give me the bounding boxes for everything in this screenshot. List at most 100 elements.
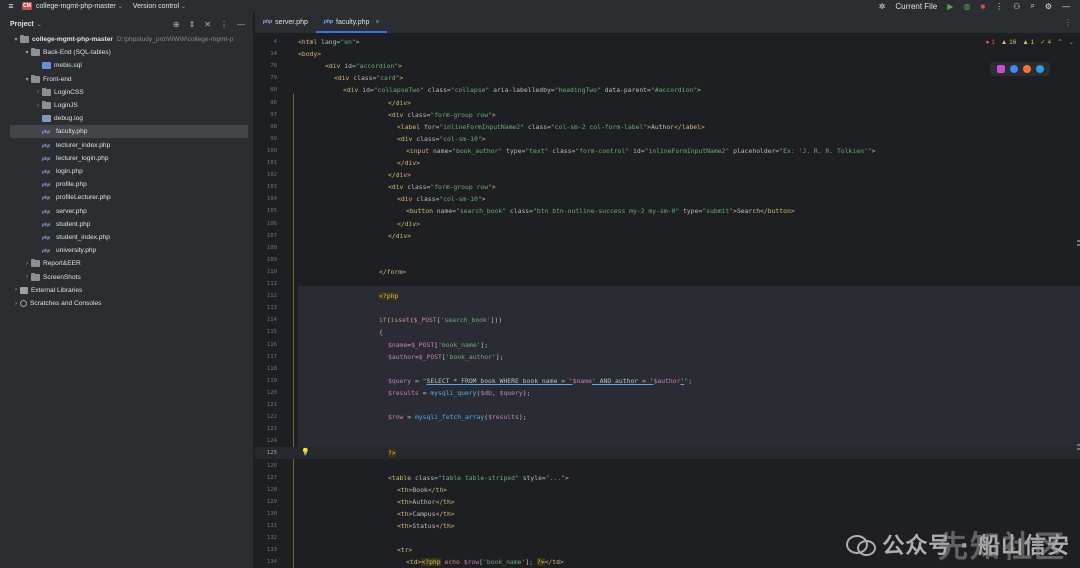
tab-server-php[interactable]: php server.php (255, 11, 316, 33)
code-line[interactable]: 78 <div id="accordion"> (255, 60, 1080, 72)
error-count[interactable]: ● 1 (985, 39, 994, 46)
tree-item[interactable]: php university.php (0, 244, 253, 257)
code-line[interactable]: 129 <th>Author</th> (255, 496, 1080, 508)
tree-item[interactable]: php lecturer_index.php (0, 139, 253, 152)
collapse-all-icon[interactable]: ✕ (204, 20, 211, 29)
line-number[interactable]: 114 (255, 314, 277, 326)
intention-bulb-icon[interactable]: 💡 (301, 447, 310, 459)
project-switcher[interactable]: college-mgmt-php-master (36, 3, 116, 10)
weak-warning-count[interactable]: ▲ 1 (1022, 39, 1034, 46)
code-line[interactable]: 99 <div class="col-sm-10"> (255, 133, 1080, 145)
code-line[interactable]: 127 <table class="table table-striped" st… (255, 472, 1080, 484)
code-line[interactable]: 108 (255, 242, 1080, 254)
tree-item[interactable]: php student.php (0, 218, 253, 231)
project-badge[interactable]: CM (22, 2, 32, 10)
code-line[interactable]: 107 </div> (255, 230, 1080, 242)
tree-item[interactable]: php server.php (0, 205, 253, 218)
tree-item[interactable]: mebis.sql (0, 59, 253, 72)
code-line[interactable]: 118 (255, 363, 1080, 375)
line-number[interactable]: 126 (255, 460, 277, 472)
code-line[interactable]: 103 <div class="form-group row"> (255, 181, 1080, 193)
tree-item[interactable]: php faculty.php (10, 125, 248, 139)
line-number[interactable]: 118 (255, 363, 277, 375)
code-line[interactable]: 106 </div> (255, 218, 1080, 230)
line-number[interactable]: 129 (255, 496, 277, 508)
chevron-right-icon[interactable]: › (12, 287, 20, 293)
line-number[interactable]: 125 (255, 447, 277, 459)
code-editor[interactable]: 4 <html lang="en"> 14 <body> 78 <div id="acco… (255, 34, 1080, 568)
chevron-right-icon[interactable]: › (34, 103, 42, 109)
line-number[interactable]: 115 (255, 326, 277, 338)
line-number[interactable]: 128 (255, 484, 277, 496)
bug-icon[interactable]: ✲ (879, 2, 886, 11)
chevron-right-icon[interactable]: › (23, 261, 31, 267)
code-line[interactable]: 114 if(isset($_POST['search_book'])) (255, 314, 1080, 326)
debug-icon[interactable]: ◍ (963, 2, 970, 11)
code-line[interactable]: 110 </form> (255, 266, 1080, 278)
code-line[interactable]: 109 (255, 254, 1080, 266)
line-number[interactable]: 112 (255, 290, 277, 302)
code-line[interactable]: 128 <th>Book</th> (255, 484, 1080, 496)
code-line[interactable]: 113 (255, 302, 1080, 314)
tree-item[interactable]: › LoginCSS (0, 86, 253, 99)
line-number[interactable]: 116 (255, 339, 277, 351)
warning-count[interactable]: ▲ 16 (1001, 39, 1016, 46)
chevron-right-icon[interactable]: › (23, 274, 31, 280)
run-icon[interactable]: ▶ (947, 2, 953, 11)
tree-item[interactable]: ▾ college-mgmt-php-master D:\phpstudy_pro\… (0, 33, 253, 46)
hide-panel-icon[interactable]: — (237, 20, 245, 29)
expand-all-icon[interactable]: ⇕ (189, 20, 196, 29)
tree-item[interactable]: ▾ Front-end (0, 73, 253, 86)
code-line[interactable]: 105 <button name="search_book" class="btn… (255, 205, 1080, 217)
code-line[interactable]: 80 <div id="collapseTwo" class="collapse"… (255, 84, 1080, 96)
tree-item[interactable]: php lecturer_login.php (0, 152, 253, 165)
line-number[interactable]: 117 (255, 351, 277, 363)
code-line[interactable]: 122 $row = mysqli_fetch_array($results); (255, 411, 1080, 423)
locate-file-icon[interactable]: ⊕ (173, 20, 180, 29)
code-line[interactable]: 4 <html lang="en"> (255, 36, 1080, 48)
line-number[interactable]: 124 (255, 435, 277, 447)
line-number[interactable]: 134 (255, 556, 277, 568)
line-number[interactable]: 122 (255, 411, 277, 423)
line-number[interactable]: 4 (255, 36, 277, 48)
stop-icon[interactable]: ■ (980, 2, 985, 11)
code-line[interactable]: 117 $author=$_POST['book_author']; (255, 351, 1080, 363)
line-number[interactable]: 104 (255, 193, 277, 205)
code-line[interactable]: 102 </div> (255, 169, 1080, 181)
settings-gear-icon[interactable]: ⚙ (1045, 2, 1052, 11)
line-number[interactable]: 78 (255, 60, 277, 72)
code-line[interactable]: 14 <body> (255, 48, 1080, 60)
line-number[interactable]: 100 (255, 145, 277, 157)
chevron-down-icon[interactable]: ▾ (23, 76, 31, 83)
code-line[interactable]: 100 <input name="book_author" type="text"… (255, 145, 1080, 157)
line-number[interactable]: 105 (255, 205, 277, 217)
tree-item[interactable]: › External Libraries (0, 284, 253, 297)
line-number[interactable]: 113 (255, 302, 277, 314)
project-panel-title[interactable]: Project (10, 21, 34, 28)
line-number[interactable]: 96 (255, 97, 277, 109)
tree-item[interactable]: › LoginJS (0, 99, 253, 112)
tree-item[interactable]: › Report&EER (0, 257, 253, 270)
edge-icon[interactable] (1035, 65, 1044, 73)
code-line[interactable]: 79 <div class="card"> (255, 72, 1080, 84)
line-number[interactable]: 97 (255, 109, 277, 121)
line-number[interactable]: 121 (255, 399, 277, 411)
chevron-down-icon[interactable]: ▾ (23, 49, 31, 56)
run-config-selector[interactable]: Current File (895, 2, 937, 11)
code-line[interactable]: 98 <label for="inlineFormInputName2" clas… (255, 121, 1080, 133)
tab-options-icon[interactable]: ⋮ (1064, 18, 1072, 27)
line-number[interactable]: 120 (255, 387, 277, 399)
line-number[interactable]: 127 (255, 472, 277, 484)
tree-item[interactable]: debug.log (0, 112, 253, 125)
code-line[interactable]: 123 (255, 423, 1080, 435)
line-number[interactable]: 123 (255, 423, 277, 435)
code-line[interactable]: 97 <div class="form-group row"> (255, 109, 1080, 121)
tree-item[interactable]: ▾ Back-End (SQL-tables) (0, 46, 253, 59)
tab-faculty-php[interactable]: php faculty.php × (315, 11, 388, 33)
line-number[interactable]: 79 (255, 72, 277, 84)
close-tab-icon[interactable]: × (375, 19, 379, 26)
tree-item[interactable]: php profile.php (0, 178, 253, 191)
chevron-down-icon[interactable]: ⌄ (37, 21, 42, 28)
code-line[interactable]: 124 (255, 435, 1080, 447)
editor-scrollbar[interactable] (1076, 34, 1080, 568)
